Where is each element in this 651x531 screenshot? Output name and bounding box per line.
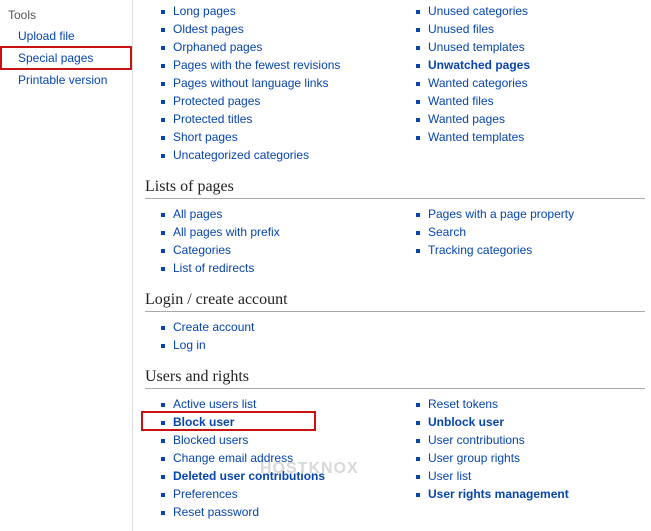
link-item[interactable]: Unwatched pages <box>416 56 645 74</box>
link-item[interactable]: User contributions <box>416 431 645 449</box>
link-item[interactable]: Wanted pages <box>416 110 645 128</box>
top-left-list: Long pagesOldest pagesOrphaned pagesPage… <box>145 2 390 164</box>
link-item[interactable]: Long pages <box>161 2 390 20</box>
link-item[interactable]: User group rights <box>416 449 645 467</box>
section: Lists of pages All pagesAll pages with pr… <box>145 178 645 277</box>
top-right-list: Unused categoriesUnused filesUnused temp… <box>400 2 645 146</box>
link-item[interactable]: Deleted user contributions <box>161 467 390 485</box>
link-item[interactable]: Categories <box>161 241 390 259</box>
sidebar: Tools Upload fileSpecial pagesPrintable … <box>0 0 133 531</box>
link-item[interactable]: Unused files <box>416 20 645 38</box>
link-item[interactable]: Block user <box>161 413 390 431</box>
col-list: Create accountLog in <box>145 318 390 354</box>
link-item[interactable]: Log in <box>161 336 390 354</box>
sections-container: Lists of pages All pagesAll pages with pr… <box>145 178 645 521</box>
section: Users and rights Active users listBlock u… <box>145 368 645 521</box>
col-list: Active users listBlock userBlocked users… <box>145 395 390 521</box>
link-item[interactable]: Wanted files <box>416 92 645 110</box>
col-list: Pages with a page propertySearchTracking… <box>400 205 645 259</box>
section-heading: Login / create account <box>145 291 645 312</box>
top-section: Long pagesOldest pagesOrphaned pagesPage… <box>145 0 645 164</box>
link-item[interactable]: Wanted categories <box>416 74 645 92</box>
link-item[interactable]: Reset password <box>161 503 390 521</box>
link-item[interactable]: Active users list <box>161 395 390 413</box>
link-item[interactable]: Wanted templates <box>416 128 645 146</box>
link-item[interactable]: List of redirects <box>161 259 390 277</box>
sidebar-heading: Tools <box>0 6 132 26</box>
link-item[interactable]: Search <box>416 223 645 241</box>
link-item[interactable]: Uncategorized categories <box>161 146 390 164</box>
link-item[interactable]: User rights management <box>416 485 645 503</box>
sidebar-item[interactable]: Upload file <box>16 26 132 46</box>
link-item[interactable]: Orphaned pages <box>161 38 390 56</box>
link-item[interactable]: Unused templates <box>416 38 645 56</box>
link-item[interactable]: Unblock user <box>416 413 645 431</box>
link-item[interactable]: Pages with the fewest revisions <box>161 56 390 74</box>
link-item[interactable]: Reset tokens <box>416 395 645 413</box>
link-item[interactable]: Unused categories <box>416 2 645 20</box>
link-item[interactable]: All pages with prefix <box>161 223 390 241</box>
section: Login / create account Create accountLog … <box>145 291 645 354</box>
link-item[interactable]: Protected pages <box>161 92 390 110</box>
link-item[interactable]: Change email address <box>161 449 390 467</box>
sidebar-item[interactable]: Special pages <box>0 46 132 70</box>
section-heading: Users and rights <box>145 368 645 389</box>
link-item[interactable]: Oldest pages <box>161 20 390 38</box>
link-item[interactable]: Pages with a page property <box>416 205 645 223</box>
link-item[interactable]: Blocked users <box>161 431 390 449</box>
link-item[interactable]: Pages without language links <box>161 74 390 92</box>
link-item[interactable]: Short pages <box>161 128 390 146</box>
link-item[interactable]: All pages <box>161 205 390 223</box>
sidebar-list: Upload fileSpecial pagesPrintable versio… <box>0 26 132 90</box>
link-item[interactable]: Tracking categories <box>416 241 645 259</box>
main: Long pagesOldest pagesOrphaned pagesPage… <box>133 0 651 531</box>
col-list: All pagesAll pages with prefixCategories… <box>145 205 390 277</box>
link-item[interactable]: Protected titles <box>161 110 390 128</box>
link-item[interactable]: User list <box>416 467 645 485</box>
link-item[interactable]: Preferences <box>161 485 390 503</box>
col-list: Reset tokensUnblock userUser contributio… <box>400 395 645 503</box>
sidebar-item[interactable]: Printable version <box>16 70 132 90</box>
link-item[interactable]: Create account <box>161 318 390 336</box>
section-heading: Lists of pages <box>145 178 645 199</box>
